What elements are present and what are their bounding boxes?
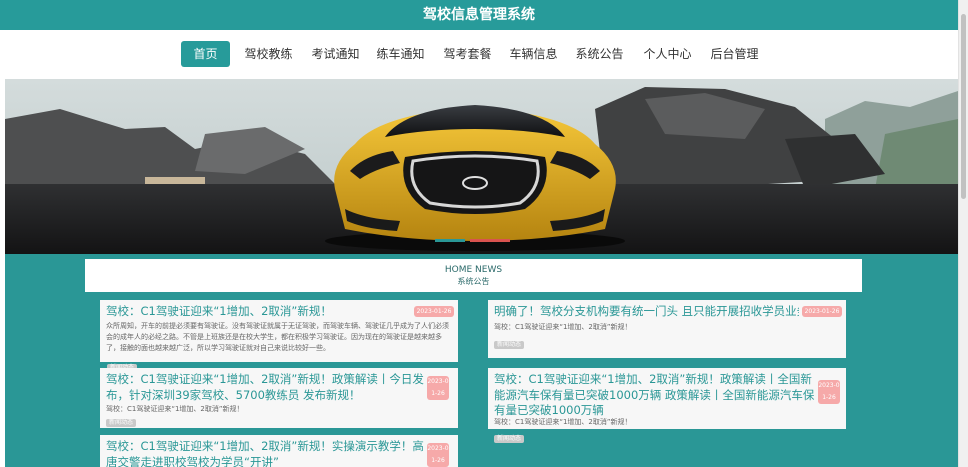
app-title: 驾校信息管理系统 [423, 7, 535, 23]
nav-item-coaches[interactable]: 驾校教练 [241, 41, 296, 67]
news-section-header: HOME NEWS 系统公告 [85, 259, 862, 292]
app-title-bar: 驾校信息管理系统 [0, 0, 958, 30]
section-title-cn: 系统公告 [457, 277, 490, 286]
news-summary: 众所周知，开车的前提必须要有驾驶证。没有驾驶证就属于无证驾驶，而驾驶车辆、驾驶证… [106, 322, 449, 352]
news-title[interactable]: 驾校：C1驾驶证迎来“1增加、2取消”新规！实操演示教学！高唐交警走进职校驾校为… [106, 439, 428, 467]
news-date-badge: 2023-01-26 [414, 306, 454, 317]
news-tag[interactable]: 新闻动态 [494, 435, 525, 443]
news-summary: 驾校：C1驾驶证迎来“1增加、2取消”新规！ [494, 418, 632, 426]
news-card[interactable]: 驾校：C1驾驶证迎来“1增加、2取消”新规！ 2023-01-26 众所周知，开… [100, 300, 458, 362]
news-title[interactable]: 驾校：C1驾驶证迎来“1增加、2取消”新规！ [106, 304, 406, 320]
nav-item-packages[interactable]: 驾考套餐 [440, 41, 495, 67]
scrollbar-thumb[interactable] [961, 14, 966, 199]
section-title-en: HOME NEWS [444, 265, 503, 275]
nav-item-exam-notice[interactable]: 考试通知 [308, 41, 363, 67]
car-banner-image [5, 79, 958, 254]
news-title[interactable]: 驾校：C1驾驶证迎来“1增加、2取消”新规！政策解读丨全国新能源汽车保有量已突破… [494, 372, 820, 418]
news-date-badge: 2023-01-26 [427, 376, 449, 400]
hero-banner [5, 79, 958, 254]
news-tag[interactable]: 新闻动态 [106, 419, 137, 427]
nav-item-vehicles[interactable]: 车辆信息 [506, 41, 561, 67]
news-date-badge: 2023-01-26 [427, 443, 449, 467]
nav-item-home[interactable]: 首页 [181, 41, 230, 67]
news-summary: 驾校：C1驾驶证迎来“1增加、2取消”新规！ [106, 405, 244, 413]
main-nav: 首页 驾校教练 考试通知 练车通知 驾考套餐 车辆信息 系统公告 个人中心 后台… [0, 30, 958, 78]
news-date-badge: 2023-01-26 [818, 380, 840, 404]
news-summary: 驾校：C1驾驶证迎来“1增加、2取消”新规！ [494, 323, 632, 331]
news-card[interactable]: 驾校：C1驾驶证迎来“1增加、2取消”新规！实操演示教学！高唐交警走进职校驾校为… [100, 435, 458, 467]
nav-item-admin[interactable]: 后台管理 [707, 41, 762, 67]
page-scrollbar[interactable] [958, 0, 968, 467]
nav-item-practice-notice[interactable]: 练车通知 [373, 41, 428, 67]
news-card[interactable]: 驾校：C1驾驶证迎来“1增加、2取消”新规！政策解读丨今日发布，针对深圳39家驾… [100, 368, 458, 428]
news-card[interactable]: 明确了！驾校分支机构要有统一门头 且只能开展招收学员业务 2023-01-26 … [488, 300, 846, 358]
news-title[interactable]: 明确了！驾校分支机构要有统一门头 且只能开展招收学员业务 [494, 304, 799, 320]
nav-item-profile[interactable]: 个人中心 [640, 41, 695, 67]
nav-item-announcements[interactable]: 系统公告 [572, 41, 627, 67]
news-title[interactable]: 驾校：C1驾驶证迎来“1增加、2取消”新规！政策解读丨今日发布，针对深圳39家驾… [106, 372, 428, 404]
news-date-badge: 2023-01-26 [802, 306, 842, 317]
news-tag[interactable]: 新闻动态 [494, 341, 525, 349]
news-card[interactable]: 驾校：C1驾驶证迎来“1增加、2取消”新规！政策解读丨全国新能源汽车保有量已突破… [488, 368, 846, 429]
